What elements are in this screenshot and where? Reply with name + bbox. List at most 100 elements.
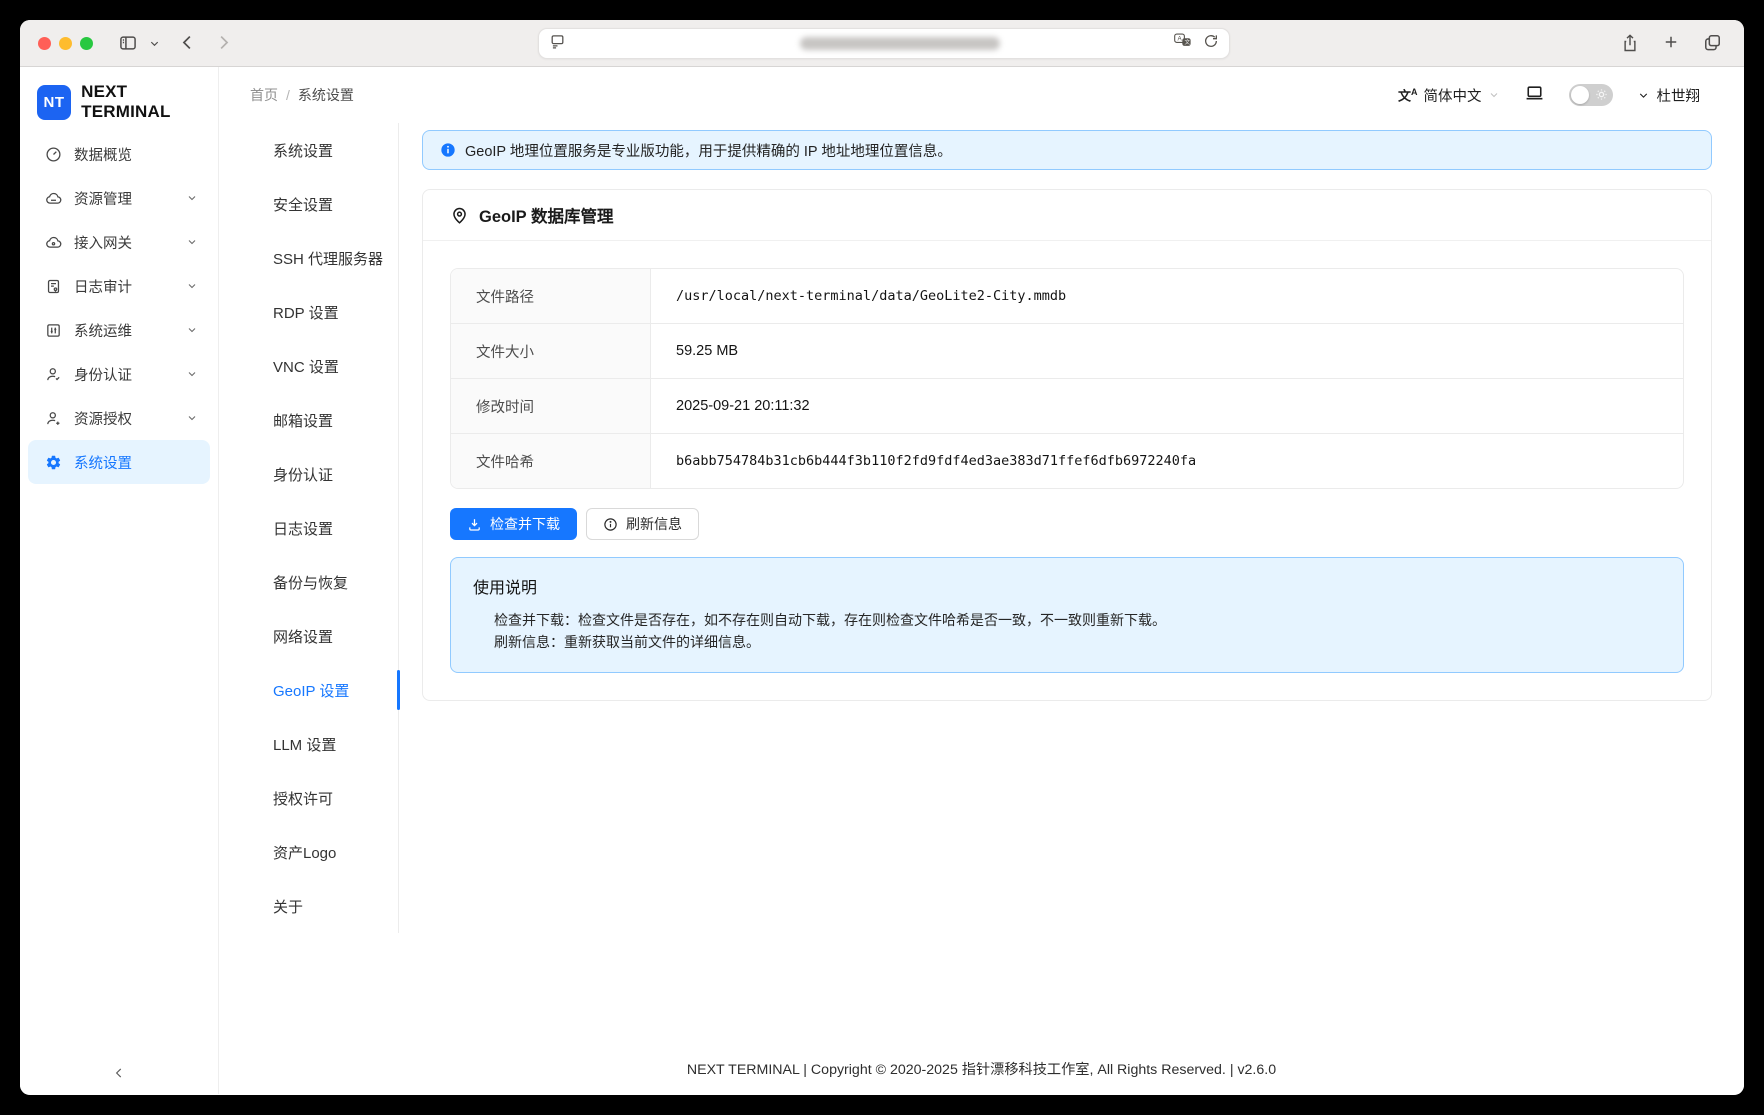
chevron-down-icon xyxy=(186,368,198,380)
tab-overview-icon[interactable] xyxy=(1703,33,1722,58)
chevron-down-icon xyxy=(186,192,198,204)
usage-line: 刷新信息：重新获取当前文件的详细信息。 xyxy=(473,631,1661,653)
row-label: 文件大小 xyxy=(451,324,651,378)
card-title: GeoIP 数据库管理 xyxy=(479,203,613,227)
location-pin-icon xyxy=(450,206,469,225)
sidebar-item-label: 身份认证 xyxy=(74,364,186,385)
reader-icon[interactable] xyxy=(549,33,566,55)
submenu-item-mail[interactable]: 邮箱设置 xyxy=(219,393,398,447)
chevron-left-icon xyxy=(112,1066,126,1080)
app-root: NT NEXT TERMINAL 数据概览 资源管理 接入网关 xyxy=(20,67,1744,1094)
row-label: 文件哈希 xyxy=(451,434,651,488)
file-info-table: 文件路径 /usr/local/next-terminal/data/GeoLi… xyxy=(450,268,1684,489)
sidebar-item-label: 资源管理 xyxy=(74,188,186,209)
submenu-item-security[interactable]: 安全设置 xyxy=(219,177,398,231)
language-selector[interactable]: 文A 简体中文 xyxy=(1398,85,1500,106)
translate-icon: 文A xyxy=(1398,88,1418,102)
sidebar-item-authorization[interactable]: 资源授权 xyxy=(28,396,210,440)
user-check-icon xyxy=(45,410,62,427)
gear-icon xyxy=(45,454,62,471)
gateway-icon xyxy=(45,234,62,251)
check-download-button[interactable]: 检查并下载 xyxy=(450,508,577,540)
sidebar-item-identity[interactable]: 身份认证 xyxy=(28,352,210,396)
chevron-down-icon xyxy=(186,412,198,424)
table-row: 文件大小 59.25 MB xyxy=(451,324,1683,379)
table-row: 文件哈希 b6abb754784b31cb6b444f3b110f2fd9fdf… xyxy=(451,434,1683,488)
submenu-item-asset-logo[interactable]: 资产Logo xyxy=(219,825,398,879)
chevron-down-icon xyxy=(1488,89,1500,101)
chevron-down-icon[interactable] xyxy=(149,38,160,49)
usage-line: 检查并下载：检查文件是否存在，如不存在则自动下载，存在则检查文件哈希是否一致，不… xyxy=(473,609,1661,631)
alert-text: GeoIP 地理位置服务是专业版功能，用于提供精确的 IP 地址地理位置信息。 xyxy=(465,140,952,161)
submenu-item-ssh-proxy[interactable]: SSH 代理服务器 xyxy=(219,231,398,285)
submenu-item-license[interactable]: 授权许可 xyxy=(219,771,398,825)
settings-submenu: 系统设置 安全设置 SSH 代理服务器 RDP 设置 VNC 设置 邮箱设置 身… xyxy=(219,123,399,1044)
row-label: 文件路径 xyxy=(451,269,651,323)
modified-time-value: 2025-09-21 20:11:32 xyxy=(651,379,1683,433)
geoip-card: GeoIP 数据库管理 文件路径 /usr/local/next-termina… xyxy=(422,189,1712,701)
forward-icon[interactable] xyxy=(214,33,233,52)
submenu-item-log[interactable]: 日志设置 xyxy=(219,501,398,555)
file-size-value: 59.25 MB xyxy=(651,324,1683,378)
sidebar-item-ops[interactable]: 系统运维 xyxy=(28,308,210,352)
language-label: 简体中文 xyxy=(1424,85,1482,106)
sidebar-item-audit[interactable]: 日志审计 xyxy=(28,264,210,308)
sidebar-item-label: 资源授权 xyxy=(74,408,186,429)
sidebar-item-dashboard[interactable]: 数据概览 xyxy=(28,132,210,176)
chevron-down-icon xyxy=(1637,89,1650,102)
page-header: 首页 / 系统设置 文A 简体中文 xyxy=(219,67,1744,123)
chevron-down-icon xyxy=(186,324,198,336)
svg-text:A: A xyxy=(1177,36,1182,43)
address-bar[interactable]: A文 xyxy=(538,28,1230,59)
submenu-item-geoip[interactable]: GeoIP 设置 xyxy=(219,663,398,717)
sidebar-item-resources[interactable]: 资源管理 xyxy=(28,176,210,220)
sidebar-item-label: 接入网关 xyxy=(74,232,186,253)
blurred-url-text xyxy=(800,37,1000,50)
content-column: 首页 / 系统设置 文A 简体中文 xyxy=(219,67,1744,1094)
file-path-value: /usr/local/next-terminal/data/GeoLite2-C… xyxy=(651,269,1683,323)
theme-toggle[interactable] xyxy=(1569,84,1613,106)
footer-copyright: NEXT TERMINAL | Copyright © 2020-2025 指针… xyxy=(219,1044,1744,1094)
chevron-down-icon xyxy=(186,236,198,248)
submenu-item-llm[interactable]: LLM 设置 xyxy=(219,717,398,771)
sun-icon xyxy=(1595,88,1608,106)
sidebar-item-label: 系统设置 xyxy=(74,452,198,473)
info-circle-icon xyxy=(440,142,456,158)
gauge-icon xyxy=(45,146,62,163)
translate-icon[interactable]: A文 xyxy=(1174,33,1192,54)
sidebar-item-label: 日志审计 xyxy=(74,276,186,297)
submenu-item-backup[interactable]: 备份与恢复 xyxy=(219,555,398,609)
sidebar-item-settings[interactable]: 系统设置 xyxy=(28,440,210,484)
cloud-icon xyxy=(45,190,62,207)
submenu-item-identity[interactable]: 身份认证 xyxy=(219,447,398,501)
sidebar-collapse-button[interactable] xyxy=(20,1066,218,1080)
zoom-window-button[interactable] xyxy=(80,37,93,50)
refresh-info-button[interactable]: 刷新信息 xyxy=(586,508,699,540)
close-window-button[interactable] xyxy=(38,37,51,50)
chevron-down-icon xyxy=(186,280,198,292)
sidebar-toggle-icon[interactable] xyxy=(118,33,138,53)
submenu-item-rdp[interactable]: RDP 设置 xyxy=(219,285,398,339)
submenu-item-network[interactable]: 网络设置 xyxy=(219,609,398,663)
sidebar-item-gateway[interactable]: 接入网关 xyxy=(28,220,210,264)
new-tab-icon[interactable] xyxy=(1662,33,1680,58)
monitor-icon[interactable] xyxy=(1524,83,1545,108)
back-icon[interactable] xyxy=(178,33,197,52)
ops-icon xyxy=(45,322,62,339)
share-icon[interactable] xyxy=(1621,33,1639,58)
browser-toolbar: A文 xyxy=(20,20,1744,67)
sidebar-item-label: 数据概览 xyxy=(74,144,198,165)
brand: NT NEXT TERMINAL xyxy=(37,82,218,122)
breadcrumb: 首页 / 系统设置 xyxy=(250,85,354,105)
usage-title: 使用说明 xyxy=(473,574,1661,598)
primary-sidebar: NT NEXT TERMINAL 数据概览 资源管理 接入网关 xyxy=(20,67,219,1094)
minimize-window-button[interactable] xyxy=(59,37,72,50)
reload-icon[interactable] xyxy=(1203,33,1219,54)
submenu-item-system[interactable]: 系统设置 xyxy=(219,123,398,177)
user-menu[interactable]: 杜世翔 xyxy=(1637,85,1701,106)
breadcrumb-home[interactable]: 首页 xyxy=(250,85,278,105)
sidebar-item-label: 系统运维 xyxy=(74,320,186,341)
submenu-item-about[interactable]: 关于 xyxy=(219,879,398,933)
user-name: 杜世翔 xyxy=(1657,85,1701,106)
submenu-item-vnc[interactable]: VNC 设置 xyxy=(219,339,398,393)
